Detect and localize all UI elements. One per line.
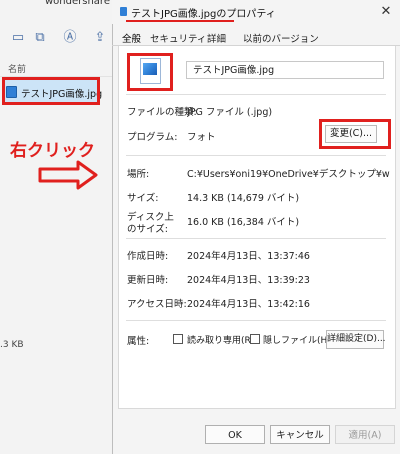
close-icon[interactable]: ✕ <box>376 2 396 22</box>
readonly-checkbox[interactable] <box>173 334 183 344</box>
location-value: C:¥Users¥oni19¥OneDrive¥デスクトップ¥wondersha… <box>187 169 390 180</box>
apply-button[interactable]: 適用(A) <box>335 425 395 444</box>
readonly-label[interactable]: 読み取り専用(R) <box>187 333 254 346</box>
dialog-title: テストJPG画像.jpgのプロパティ <box>131 9 276 20</box>
folder-icon[interactable]: ▭ <box>10 30 26 46</box>
column-name-label: 名前 <box>8 65 27 75</box>
hidden-checkbox[interactable] <box>250 334 260 344</box>
created-value: 2024年4月13日、13:37:46 <box>187 251 310 262</box>
explorer-column-header[interactable]: 名前 <box>0 62 112 77</box>
divider <box>126 94 386 95</box>
program-value: フォト <box>187 132 216 143</box>
size-label: サイズ: <box>127 193 159 204</box>
share-icon[interactable]: ⇪ <box>92 30 108 46</box>
accessed-label: アクセス日時: <box>127 299 187 310</box>
disk-size-label-line2: のサイズ: <box>127 224 168 235</box>
hidden-label[interactable]: 隠しファイル(H) <box>263 333 331 346</box>
size-value: 14.3 KB (14,679 バイト) <box>187 193 300 204</box>
program-label: プログラム: <box>127 132 178 143</box>
ok-button[interactable]: OK <box>205 425 265 444</box>
image-file-icon <box>120 7 127 16</box>
cancel-button[interactable]: キャンセル <box>270 425 330 444</box>
accessed-value: 2024年4月13日、13:42:16 <box>187 299 310 310</box>
annotation-highlight-file <box>2 77 100 105</box>
copy-icon[interactable]: ⧉ <box>32 30 48 46</box>
explorer-title: wondershare <box>45 0 110 7</box>
text-icon[interactable]: Ⓐ <box>62 30 78 46</box>
created-label: 作成日時: <box>127 251 169 262</box>
annotation-highlight-change <box>319 119 391 149</box>
divider <box>126 320 386 321</box>
location-label: 場所: <box>127 169 150 180</box>
annotation-right-click-label: 右クリック <box>10 141 95 161</box>
modified-value: 2024年4月13日、13:39:23 <box>187 275 310 286</box>
modified-label: 更新日時: <box>127 275 169 286</box>
right-arrow-icon <box>38 160 98 190</box>
annotation-title-underline <box>126 20 234 22</box>
photo-thumbnail <box>143 63 157 75</box>
disk-size-value: 16.0 KB (16,384 バイト) <box>187 217 300 228</box>
file-name-field[interactable]: テストJPG画像.jpg <box>186 61 384 79</box>
advanced-button[interactable]: 詳細設定(D)... <box>326 330 386 349</box>
explorer-status-size: .3 KB <box>0 340 24 350</box>
divider <box>126 155 386 156</box>
file-type-value: JPG ファイル (.jpg) <box>187 107 273 118</box>
divider <box>126 238 386 239</box>
attributes-label: 属性: <box>127 336 150 347</box>
